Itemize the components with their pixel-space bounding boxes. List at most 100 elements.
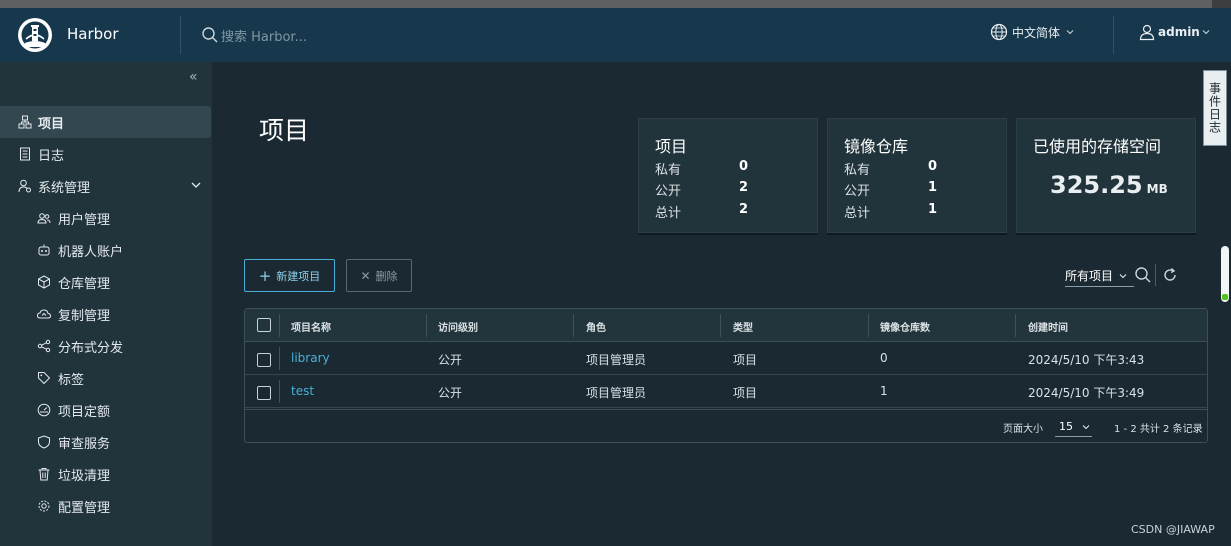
card-row-label: 公开 [844, 184, 871, 199]
new-project-button[interactable]: + 新建项目 [244, 259, 335, 292]
card-row-label: 总计 [655, 206, 682, 221]
table-row[interactable]: library 公开 项目管理员 项目 0 2024/5/10 下午3:43 [245, 342, 1207, 375]
delete-button[interactable]: ✕ 删除 [346, 259, 412, 292]
sidebar-item-configuration[interactable]: 配置管理 [0, 490, 212, 522]
sidebar-item-gc[interactable]: 垃圾清理 [0, 458, 212, 490]
refresh-icon[interactable] [1161, 266, 1179, 284]
plus-icon: + [258, 266, 272, 285]
column-header-name[interactable]: 项目名称 [291, 319, 331, 334]
column-header-created[interactable]: 创建时间 [1028, 319, 1068, 334]
card-title: 项目 [655, 137, 688, 156]
table-cell: 1 [880, 384, 888, 398]
sidebar-item-label: 用户管理 [58, 212, 111, 228]
search-icon[interactable] [1134, 266, 1152, 284]
chevron-down-icon [191, 182, 201, 188]
sidebar-item-registries[interactable]: 仓库管理 [0, 266, 212, 298]
projects-icon [18, 115, 32, 129]
sidebar-item-users[interactable]: 用户管理 [0, 202, 212, 234]
sidebar-item-interrogation[interactable]: 审查服务 [0, 426, 212, 458]
project-filter-select[interactable]: 所有项目 [1065, 265, 1134, 287]
sidebar-item-label: 项目定额 [58, 404, 111, 420]
card-title: 已使用的存储空间 [1033, 137, 1162, 156]
scroll-indicator[interactable] [1221, 246, 1229, 302]
collapse-sidebar-icon[interactable]: « [189, 69, 198, 85]
chevron-down-icon [1119, 273, 1127, 278]
page-size-select[interactable]: 15 [1055, 417, 1092, 437]
user-menu[interactable]: admin [1138, 23, 1211, 41]
table-cell: 公开 [438, 353, 463, 367]
pagination-summary: 1 - 2 共计 2 条记录 [1114, 424, 1203, 435]
sidebar-item-label: 项目 [38, 116, 65, 132]
repositories-summary-card: 镜像仓库 私有 0 公开 1 总计 1 [827, 118, 1007, 233]
sidebar-item-label: 垃圾清理 [58, 468, 111, 484]
global-search[interactable]: 搜索 Harbor... [201, 23, 501, 47]
brand-name[interactable]: Harbor [67, 25, 119, 43]
sidebar-item-robot-accounts[interactable]: 机器人账户 [0, 234, 212, 266]
sidebar-item-quotas[interactable]: 项目定额 [0, 394, 212, 426]
sidebar-item-label: 日志 [38, 148, 65, 164]
chevron-down-icon [1066, 30, 1074, 35]
table-row[interactable]: test 公开 项目管理员 项目 1 2024/5/10 下午3:49 [245, 375, 1207, 408]
table-cell: 公开 [438, 386, 463, 400]
toolbar-divider [1155, 264, 1156, 286]
chevron-down-icon [1202, 30, 1210, 35]
trash-icon [38, 468, 50, 481]
sidebar-item-distribution[interactable]: 分布式分发 [0, 330, 212, 362]
sidebar-item-admin[interactable]: 系统管理 [0, 170, 212, 202]
window-top-strip [0, 0, 1231, 8]
column-divider [573, 314, 574, 337]
harbor-logo-icon[interactable] [17, 17, 53, 53]
storage-unit: MB [1146, 182, 1168, 196]
column-header-role[interactable]: 角色 [586, 319, 606, 334]
table-cell: 项目管理员 [586, 353, 647, 367]
select-all-checkbox[interactable] [257, 318, 271, 332]
search-input[interactable]: 搜索 Harbor... [221, 26, 307, 45]
storage-summary-card: 已使用的存储空间 325.25 MB [1016, 118, 1196, 233]
share-icon [37, 339, 51, 353]
column-header-access[interactable]: 访问级别 [438, 319, 478, 334]
card-row-label: 私有 [655, 163, 682, 178]
project-name-link[interactable]: test [291, 384, 314, 398]
sidebar-item-replications[interactable]: 复制管理 [0, 298, 212, 330]
card-row-label: 私有 [844, 163, 871, 178]
robot-icon [38, 244, 50, 256]
project-name-link[interactable]: library [291, 351, 330, 365]
table-cell: 0 [880, 351, 888, 365]
row-checkbox[interactable] [257, 386, 271, 400]
sidebar-item-labels[interactable]: 标签 [0, 362, 212, 394]
new-project-label: 新建项目 [276, 269, 321, 283]
logs-icon [20, 147, 30, 161]
sidebar-item-projects[interactable]: 项目 [0, 106, 211, 138]
event-log-tab[interactable]: 事件日志 [1203, 70, 1227, 146]
language-label: 中文简体 [1012, 25, 1061, 40]
app-header: Harbor 搜索 Harbor... 中文简体 admin [0, 8, 1231, 62]
sidebar-item-logs[interactable]: 日志 [0, 138, 212, 170]
card-row-label: 公开 [655, 184, 682, 199]
table-cell: 2024/5/10 下午3:49 [1028, 386, 1145, 400]
chevron-down-icon [1082, 424, 1090, 429]
sidebar-item-label: 审查服务 [58, 436, 111, 452]
column-divider [279, 380, 280, 403]
row-checkbox[interactable] [257, 353, 271, 367]
column-divider [868, 314, 869, 337]
replication-icon [37, 309, 51, 319]
language-selector[interactable]: 中文简体 [990, 23, 1075, 41]
search-icon [202, 27, 218, 43]
delete-label: 删除 [375, 269, 398, 283]
close-icon: ✕ [360, 268, 371, 283]
card-row-value: 2 [739, 180, 749, 195]
card-row-value: 2 [739, 202, 749, 217]
registry-icon [38, 275, 50, 289]
column-header-repo-count[interactable]: 镜像仓库数 [880, 319, 930, 334]
filter-label: 所有项目 [1065, 269, 1114, 283]
tag-icon [38, 372, 51, 385]
sidebar-item-label: 分布式分发 [58, 340, 124, 356]
sidebar-item-label: 配置管理 [58, 500, 111, 516]
column-header-type[interactable]: 类型 [733, 319, 753, 334]
sidebar-item-label: 复制管理 [58, 308, 111, 324]
card-row-label: 总计 [844, 206, 871, 221]
sidebar-item-label: 标签 [58, 372, 85, 388]
column-divider [1015, 314, 1016, 337]
projects-summary-card: 项目 私有 0 公开 2 总计 2 [638, 118, 818, 233]
table-cell: 2024/5/10 下午3:43 [1028, 353, 1145, 367]
